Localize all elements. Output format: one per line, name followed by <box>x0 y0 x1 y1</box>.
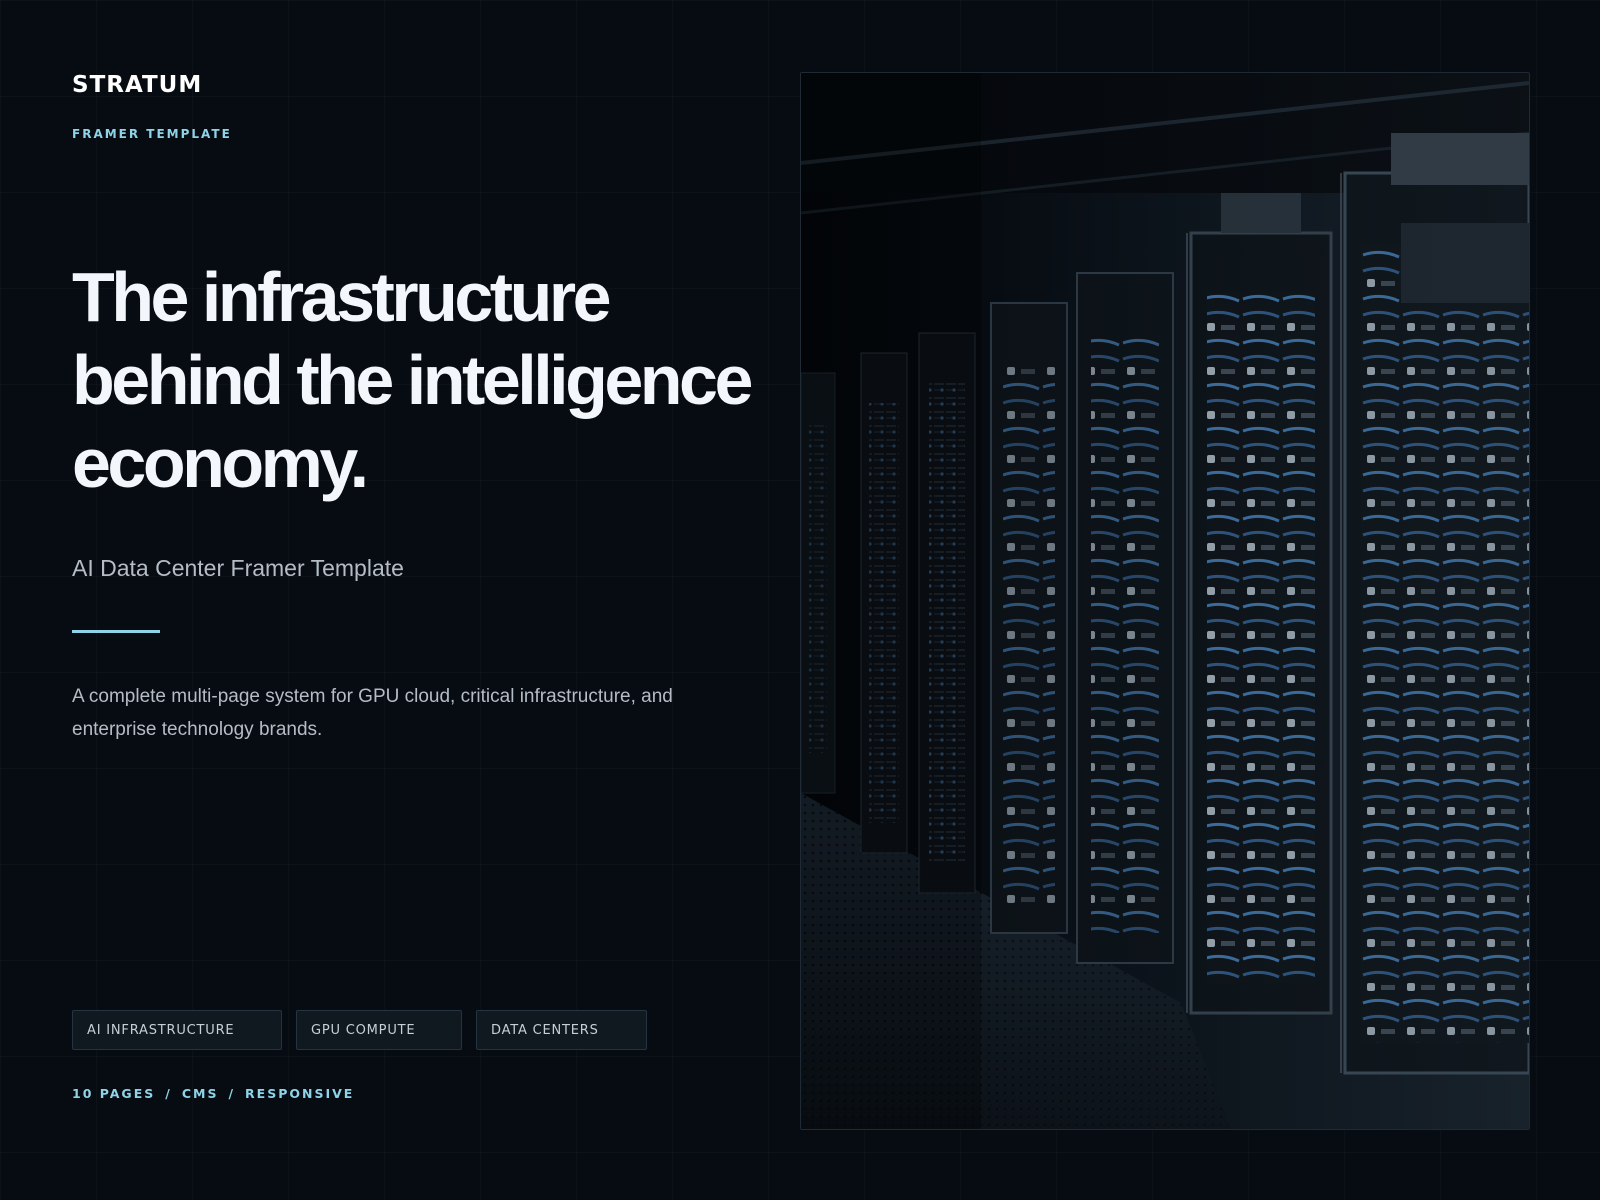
headline-line-3: economy. <box>72 424 369 502</box>
server-racks-illustration <box>801 73 1529 1129</box>
hero-subtitle: AI Data Center Framer Template <box>72 555 404 581</box>
tag-ai-infrastructure[interactable]: AI INFRASTRUCTURE <box>72 1010 282 1050</box>
meta-line: 10 PAGES / CMS / RESPONSIVE <box>72 1086 354 1101</box>
tag-gpu-compute[interactable]: GPU COMPUTE <box>296 1010 462 1050</box>
meta-separator: / <box>165 1086 172 1101</box>
meta-cms: CMS <box>181 1086 219 1101</box>
accent-divider <box>72 630 160 633</box>
brand-logo[interactable]: STRATUM <box>72 72 202 98</box>
hero-headline: The infrastructure behind the intelligen… <box>72 256 772 505</box>
hero-panel: STRATUM FRAMER TEMPLATE The infrastructu… <box>72 0 753 1200</box>
tag-data-centers[interactable]: DATA CENTERS <box>476 1010 647 1050</box>
meta-separator: / <box>228 1086 236 1101</box>
headline-line-1: The infrastructure <box>72 258 612 336</box>
headline-line-2: behind the intelligence <box>72 341 753 419</box>
meta-responsive: RESPONSIVE <box>245 1086 355 1101</box>
tag-list: AI INFRASTRUCTURE GPU COMPUTE DATA CENTE… <box>72 1010 647 1050</box>
server-racks-image <box>800 72 1530 1130</box>
meta-pages: 10 PAGES <box>72 1086 156 1101</box>
brand-kicker: FRAMER TEMPLATE <box>72 127 232 141</box>
hero-description: A complete multi-page system for GPU clo… <box>72 686 673 740</box>
